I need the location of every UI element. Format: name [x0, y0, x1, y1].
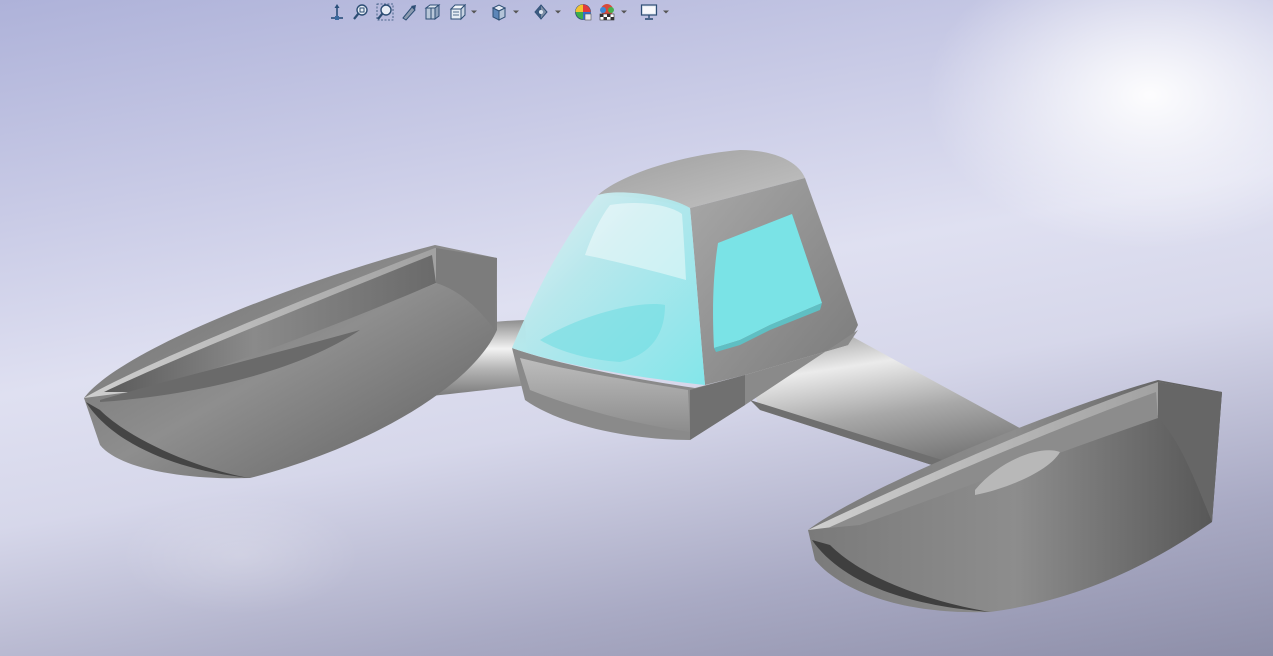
floor-reflection: [120, 495, 360, 615]
3d-model-view[interactable]: [0, 0, 1273, 656]
left-pontoon: [84, 245, 497, 479]
graphics-area[interactable]: [0, 0, 1273, 656]
